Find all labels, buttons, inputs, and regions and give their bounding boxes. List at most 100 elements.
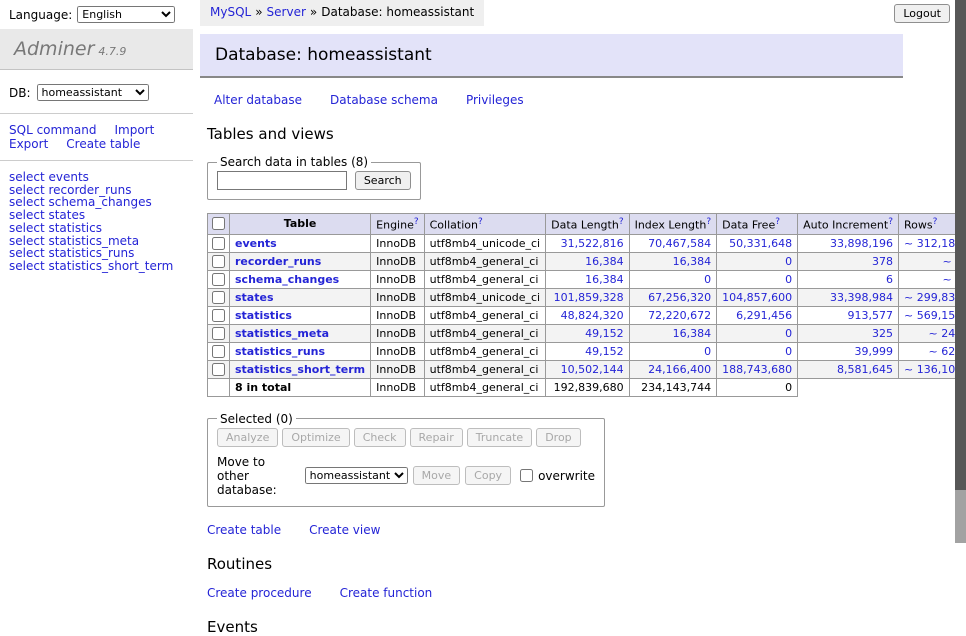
table-row: statistics InnoDB utf8mb4_general_ci 48,… <box>208 306 966 324</box>
topbar: MySQL»Server»Database: homeassistant Log… <box>200 0 953 26</box>
create-link[interactable]: Create table <box>207 523 281 537</box>
table-name-link[interactable]: schema_changes <box>235 273 339 286</box>
logout-button[interactable]: Logout <box>894 4 950 23</box>
total-index-length: 234,143,744 <box>629 378 717 396</box>
engine-cell: InnoDB <box>371 234 424 252</box>
vertical-scrollbar-thumb[interactable] <box>955 0 966 490</box>
data-free-cell: 0 <box>717 342 798 360</box>
data-free-cell: 0 <box>717 324 798 342</box>
row-checkbox[interactable] <box>212 291 225 304</box>
row-checkbox[interactable] <box>212 363 225 376</box>
table-name-link[interactable]: statistics_meta <box>235 327 329 340</box>
column-help-link[interactable]: ? <box>775 217 780 227</box>
table-name-link[interactable]: states <box>235 291 274 304</box>
move-row: Move to other database: homeassistant Mo… <box>217 455 595 497</box>
db-select[interactable]: homeassistant <box>37 84 149 101</box>
row-checkbox[interactable] <box>212 345 225 358</box>
sidebar: Language: English Adminer4.7.9 DB: homea… <box>0 0 193 273</box>
db-action-link[interactable]: Database schema <box>330 93 438 107</box>
engine-cell: InnoDB <box>371 306 424 324</box>
data-length-cell: 31,522,816 <box>546 234 629 252</box>
breadcrumb: MySQL»Server»Database: homeassistant <box>200 0 484 26</box>
engine-cell: InnoDB <box>371 252 424 270</box>
collation-cell: utf8mb4_general_ci <box>424 270 545 288</box>
search-button[interactable]: Search <box>355 171 411 190</box>
data-free-cell: 6,291,456 <box>717 306 798 324</box>
column-help-link[interactable]: ? <box>706 217 711 227</box>
search-fieldset: Search data in tables (8) Search <box>207 155 421 200</box>
row-checkbox[interactable] <box>212 237 225 250</box>
breadcrumb-current: Database: homeassistant <box>321 5 474 19</box>
routine-create-link[interactable]: Create function <box>340 586 433 600</box>
collation-cell: utf8mb4_general_ci <box>424 324 545 342</box>
column-header: Index Length? <box>629 214 717 235</box>
table-name-link[interactable]: recorder_runs <box>235 255 321 268</box>
routine-create-link[interactable]: Create procedure <box>207 586 312 600</box>
auto-increment-cell: 33,398,984 <box>798 288 899 306</box>
row-checkbox[interactable] <box>212 273 225 286</box>
operation-button: Drop <box>536 428 580 447</box>
vertical-scrollbar-track[interactable] <box>955 0 966 543</box>
create-table-link[interactable]: Create table <box>66 137 140 151</box>
create-links: Create table Create view <box>207 523 953 537</box>
app-title: Adminer <box>14 38 94 60</box>
column-header: Data Length? <box>546 214 629 235</box>
tables-overview: Table Engine?Collation?Data Length?Index… <box>207 213 966 397</box>
move-db-select[interactable]: homeassistant <box>305 467 408 484</box>
sql-command-link[interactable]: SQL command <box>9 123 96 137</box>
table-name-link[interactable]: statistics <box>235 309 292 322</box>
import-link[interactable]: Import <box>114 123 154 137</box>
data-free-cell: 0 <box>717 270 798 288</box>
column-help-link[interactable]: ? <box>414 217 419 227</box>
data-length-cell: 16,384 <box>546 270 629 288</box>
column-header: Auto Increment? <box>798 214 899 235</box>
data-length-cell: 49,152 <box>546 324 629 342</box>
column-help-link[interactable]: ? <box>619 217 624 227</box>
move-label: Move to other database: <box>217 455 300 497</box>
table-select-link[interactable]: select statistics_short_term <box>9 260 193 273</box>
select-all-checkbox[interactable] <box>212 217 225 230</box>
create-link[interactable]: Create view <box>309 523 380 537</box>
table-select-link[interactable]: select states <box>9 209 193 222</box>
search-input[interactable] <box>217 171 347 190</box>
auto-increment-cell: 8,581,645 <box>798 360 899 378</box>
column-help-link[interactable]: ? <box>478 217 483 227</box>
copy-button: Copy <box>465 466 511 485</box>
language-select[interactable]: English <box>77 6 175 23</box>
breadcrumb-mysql-link[interactable]: MySQL <box>210 5 251 19</box>
data-length-cell: 48,824,320 <box>546 306 629 324</box>
row-checkbox[interactable] <box>212 255 225 268</box>
engine-cell: InnoDB <box>371 270 424 288</box>
collation-cell: utf8mb4_unicode_ci <box>424 288 545 306</box>
language-label: Language: <box>9 8 72 22</box>
overwrite-checkbox[interactable] <box>520 469 533 482</box>
operation-button: Analyze <box>217 428 278 447</box>
total-engine: InnoDB <box>371 378 424 396</box>
export-link[interactable]: Export <box>9 137 48 151</box>
table-name-link[interactable]: events <box>235 237 277 250</box>
index-length-cell: 16,384 <box>629 252 717 270</box>
auto-increment-cell: 39,999 <box>798 342 899 360</box>
data-free-cell: 0 <box>717 252 798 270</box>
table-name-link[interactable]: statistics_short_term <box>235 363 365 376</box>
db-action-link[interactable]: Privileges <box>466 93 524 107</box>
table-row: statistics_short_term InnoDB utf8mb4_gen… <box>208 360 966 378</box>
db-row: DB: homeassistant <box>0 70 193 114</box>
index-length-cell: 24,166,400 <box>629 360 717 378</box>
overwrite-label: overwrite <box>538 469 595 483</box>
engine-cell: InnoDB <box>371 360 424 378</box>
table-select-link[interactable]: select events <box>9 171 193 184</box>
column-header-table: Table <box>230 214 371 235</box>
table-name-link[interactable]: statistics_runs <box>235 345 325 358</box>
data-free-cell: 188,743,680 <box>717 360 798 378</box>
table-row: statistics_meta InnoDB utf8mb4_general_c… <box>208 324 966 342</box>
db-action-link[interactable]: Alter database <box>214 93 302 107</box>
auto-increment-cell: 913,577 <box>798 306 899 324</box>
row-checkbox[interactable] <box>212 309 225 322</box>
collation-cell: utf8mb4_unicode_ci <box>424 234 545 252</box>
row-checkbox[interactable] <box>212 327 225 340</box>
column-help-link[interactable]: ? <box>933 217 938 227</box>
breadcrumb-server-link[interactable]: Server <box>267 5 306 19</box>
table-select-link[interactable]: select statistics <box>9 222 193 235</box>
column-help-link[interactable]: ? <box>888 217 893 227</box>
